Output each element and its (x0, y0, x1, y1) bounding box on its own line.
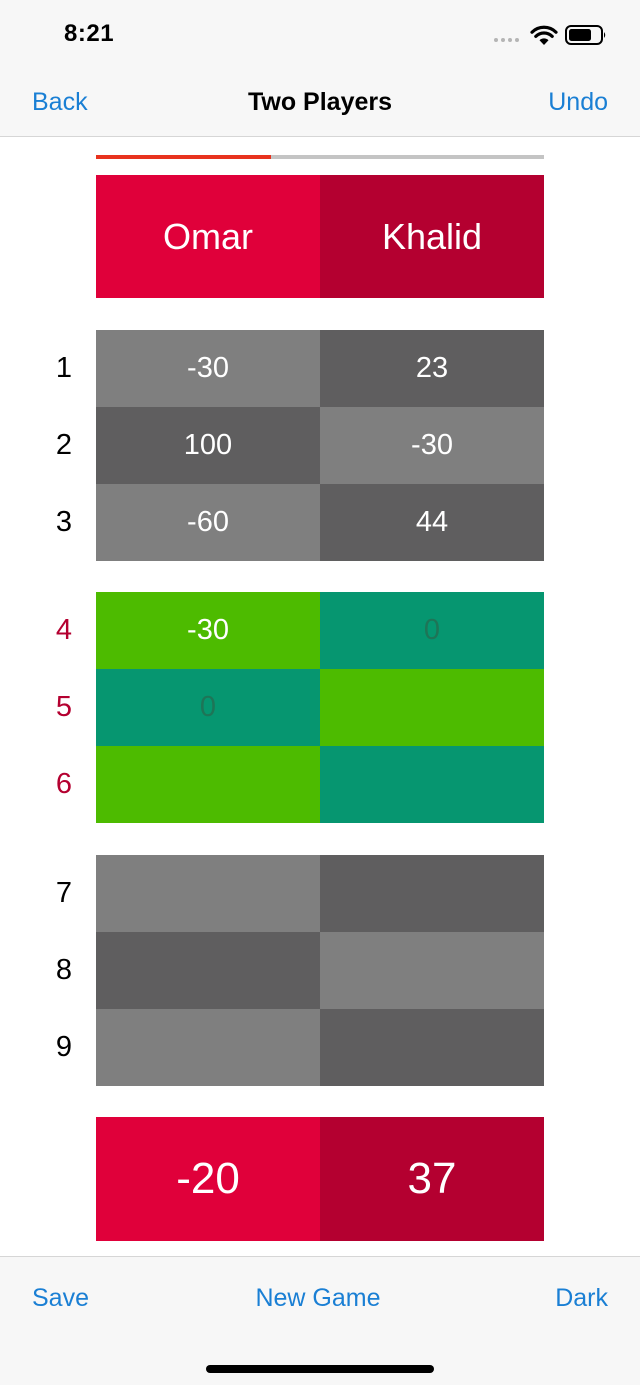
player-name-omar[interactable]: Omar (96, 175, 320, 298)
total-score-omar: -20 (96, 1117, 320, 1241)
score-cell-round-5-khalid[interactable] (320, 669, 544, 746)
score-cell-round-1-khalid[interactable]: 23 (320, 330, 544, 407)
round-number-4: 4 (55, 614, 73, 646)
game-progress-fill (96, 155, 271, 159)
score-cell-round-8-omar[interactable] (96, 932, 320, 1009)
player-name-khalid[interactable]: Khalid (320, 175, 544, 298)
round-number-2: 2 (55, 429, 73, 461)
page-title: Two Players (247, 88, 393, 116)
battery-icon (565, 25, 606, 45)
round-number-6: 6 (55, 768, 73, 800)
bottom-toolbar: Save New Game Dark (0, 1256, 640, 1385)
score-cell-round-2-omar[interactable]: 100 (96, 407, 320, 484)
new-game-button[interactable]: New Game (0, 1284, 636, 1313)
round-number-9: 9 (55, 1031, 73, 1063)
navigation-bar: Back Two Players Undo (0, 68, 640, 137)
round-number-1: 1 (55, 352, 73, 384)
score-cell-round-7-khalid[interactable] (320, 855, 544, 932)
score-cell-round-9-khalid[interactable] (320, 1009, 544, 1086)
score-cell-round-7-omar[interactable] (96, 855, 320, 932)
total-score-khalid: 37 (320, 1117, 544, 1241)
round-number-5: 5 (55, 691, 73, 723)
round-number-3: 3 (55, 506, 73, 538)
dark-mode-button[interactable]: Dark (555, 1284, 608, 1313)
round-number-7: 7 (55, 877, 73, 909)
game-progress-bar (96, 155, 544, 159)
undo-button[interactable]: Undo (548, 88, 608, 117)
score-cell-round-9-omar[interactable] (96, 1009, 320, 1086)
score-cell-round-3-omar[interactable]: -60 (96, 484, 320, 561)
home-indicator[interactable] (206, 1365, 434, 1373)
score-cell-round-5-omar[interactable]: 0 (96, 669, 320, 746)
round-number-8: 8 (55, 954, 73, 986)
status-time: 8:21 (64, 20, 115, 47)
score-cell-round-3-khalid[interactable]: 44 (320, 484, 544, 561)
score-cell-round-6-omar[interactable] (96, 746, 320, 823)
cellular-signal-icon (494, 38, 519, 42)
score-cell-round-2-khalid[interactable]: -30 (320, 407, 544, 484)
score-cell-round-1-omar[interactable]: -30 (96, 330, 320, 407)
score-cell-round-6-khalid[interactable] (320, 746, 544, 823)
score-cell-round-4-khalid[interactable]: 0 (320, 592, 544, 669)
wifi-icon (530, 25, 558, 45)
status-bar: 8:21 (0, 0, 640, 68)
score-cell-round-8-khalid[interactable] (320, 932, 544, 1009)
score-cell-round-4-omar[interactable]: -30 (96, 592, 320, 669)
